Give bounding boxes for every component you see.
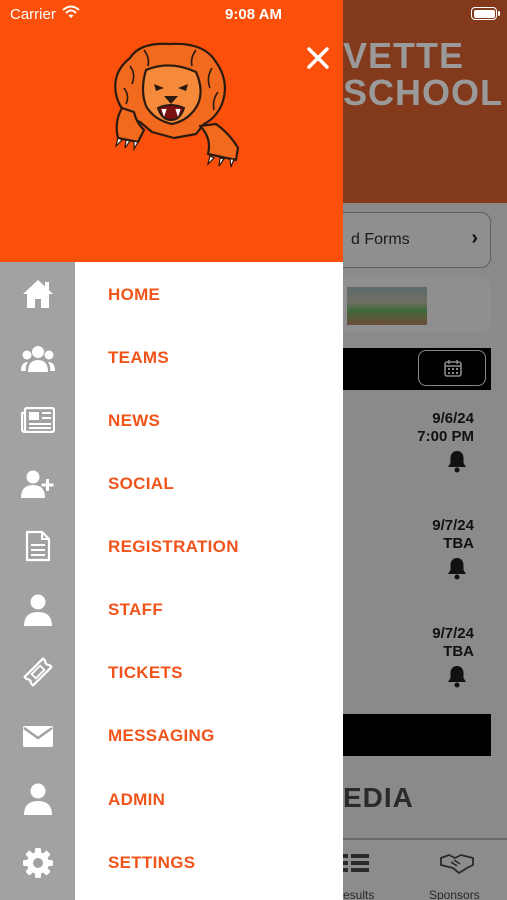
bell-icon[interactable]	[446, 449, 468, 473]
menu-item-staff[interactable]: STAFF	[108, 600, 163, 620]
chevron-right-icon: ›	[471, 227, 478, 249]
menu-item-messaging[interactable]: MESSAGING	[108, 726, 215, 746]
home-icon[interactable]	[0, 274, 75, 314]
menu-item-news[interactable]: NEWS	[108, 411, 160, 431]
bg-title-line1: VETTE	[343, 35, 465, 76]
bell-icon[interactable]	[446, 556, 468, 580]
tab-results-label[interactable]: esults	[343, 888, 374, 900]
user-icon[interactable]	[0, 779, 75, 819]
battery-icon	[471, 7, 500, 20]
calendar-icon	[444, 360, 462, 377]
results-icon[interactable]	[343, 852, 369, 874]
game-date: 9/7/24	[432, 625, 474, 642]
user-plus-icon[interactable]	[0, 464, 75, 504]
menu-item-registration[interactable]: REGISTRATION	[108, 537, 239, 557]
menu-item-settings[interactable]: SETTINGS	[108, 853, 195, 873]
menu-item-teams[interactable]: TEAMS	[108, 348, 169, 368]
lion-logo	[114, 42, 240, 168]
group-icon[interactable]	[0, 338, 75, 378]
media-heading: EDIA	[343, 782, 414, 813]
gear-icon[interactable]	[0, 843, 75, 883]
game-time: TBA	[443, 535, 474, 552]
game-date: 9/7/24	[432, 517, 474, 534]
newspaper-icon[interactable]	[0, 400, 75, 440]
menu-item-admin[interactable]: ADMIN	[108, 790, 165, 810]
envelope-icon[interactable]	[0, 716, 75, 756]
game-time: TBA	[443, 643, 474, 660]
game-item[interactable]: 9/6/24 7:00 PM	[417, 410, 474, 473]
game-item[interactable]: 9/7/24 TBA	[432, 517, 474, 580]
ticket-icon[interactable]	[0, 652, 75, 692]
menu-item-tickets[interactable]: TICKETS	[108, 663, 183, 683]
user-icon[interactable]	[0, 590, 75, 630]
tab-sponsors-label[interactable]: Sponsors	[429, 888, 480, 900]
side-drawer: HOME TEAMS NEWS SOCIAL REGISTRATION STAF…	[0, 0, 343, 900]
bell-icon[interactable]	[446, 664, 468, 688]
status-bar: Carrier 9:08 AM	[0, 0, 507, 30]
game-item[interactable]: 9/7/24 TBA	[432, 625, 474, 688]
status-time: 9:08 AM	[225, 6, 282, 23]
forms-label: d Forms	[351, 231, 410, 248]
close-icon[interactable]	[300, 40, 336, 76]
drawer-header	[0, 0, 343, 262]
game-time: 7:00 PM	[417, 428, 474, 445]
document-icon[interactable]	[0, 526, 75, 566]
calendar-button[interactable]	[418, 350, 486, 386]
game-date: 9/6/24	[432, 410, 474, 427]
menu-item-home[interactable]: HOME	[108, 285, 160, 305]
stadium-photo	[347, 287, 427, 325]
icon-rail	[0, 262, 75, 900]
bg-title-line2: SCHOOL	[343, 72, 504, 113]
menu-item-social[interactable]: SOCIAL	[108, 474, 174, 494]
handshake-icon[interactable]	[440, 852, 474, 874]
